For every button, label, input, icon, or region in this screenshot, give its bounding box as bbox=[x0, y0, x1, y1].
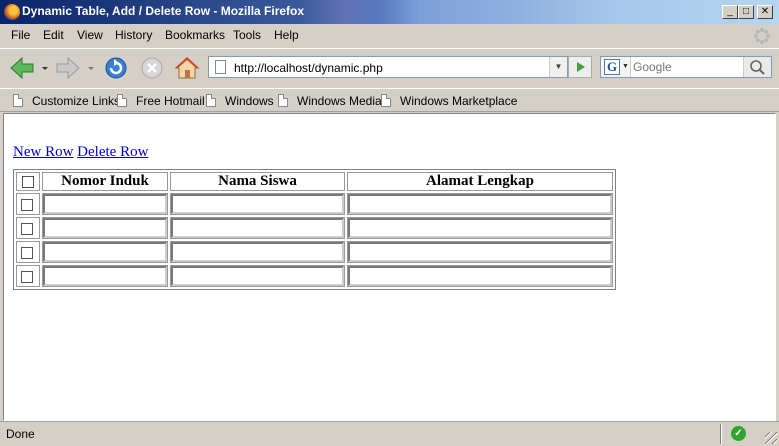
bookmark-page-icon bbox=[117, 94, 127, 107]
minimize-button[interactable]: _ bbox=[722, 5, 738, 19]
bookmark-page-icon bbox=[206, 94, 216, 107]
maximize-button[interactable]: □ bbox=[738, 5, 754, 19]
engine-dropdown-icon: ▼ bbox=[622, 63, 629, 70]
menu-tools[interactable]: Tools bbox=[233, 28, 261, 42]
header-nama-siswa: Nama Siswa bbox=[170, 172, 345, 191]
firefox-logo-icon bbox=[4, 4, 20, 20]
search-engine-selector[interactable]: G ▼ bbox=[601, 57, 631, 77]
row-checkbox-cell bbox=[16, 241, 40, 263]
nama-siswa-input[interactable] bbox=[171, 242, 344, 262]
menu-edit[interactable]: Edit bbox=[43, 28, 64, 42]
alamat-lengkap-input[interactable] bbox=[348, 218, 612, 238]
window-title: Dynamic Table, Add / Delete Row - Mozill… bbox=[22, 4, 305, 18]
header-nomor-induk: Nomor Induk bbox=[42, 172, 168, 191]
forward-dropdown-icon[interactable] bbox=[86, 55, 96, 81]
title-bar: Dynamic Table, Add / Delete Row - Mozill… bbox=[0, 0, 779, 24]
row-checkbox[interactable] bbox=[21, 246, 33, 259]
select-all-checkbox[interactable] bbox=[22, 175, 34, 188]
menu-history[interactable]: History bbox=[115, 28, 152, 42]
alamat-lengkap-cell bbox=[347, 193, 613, 215]
url-text[interactable]: http://localhost/dynamic.php bbox=[234, 61, 383, 75]
alamat-lengkap-input[interactable] bbox=[348, 266, 612, 286]
nama-siswa-cell bbox=[170, 265, 345, 287]
bookmark-page-icon bbox=[381, 94, 391, 107]
status-separator bbox=[720, 424, 722, 444]
table-row bbox=[16, 217, 613, 239]
search-button[interactable] bbox=[743, 57, 771, 77]
row-checkbox-cell bbox=[16, 193, 40, 215]
table-row bbox=[16, 265, 613, 287]
alamat-lengkap-cell bbox=[347, 265, 613, 287]
go-button[interactable] bbox=[568, 56, 592, 78]
status-ok-icon: ✓ bbox=[731, 426, 746, 441]
search-bar[interactable]: G ▼ bbox=[600, 56, 772, 78]
bookmark-label: Windows bbox=[225, 94, 274, 108]
url-bar[interactable]: http://localhost/dynamic.php ▼ bbox=[208, 56, 568, 78]
nomor-induk-cell bbox=[42, 265, 168, 287]
row-checkbox-cell bbox=[16, 217, 40, 239]
table-row bbox=[16, 193, 613, 215]
nomor-induk-input[interactable] bbox=[43, 194, 167, 214]
bookmark-label: Windows Media bbox=[297, 94, 382, 108]
throbber-icon bbox=[754, 28, 770, 44]
resize-grip-icon[interactable] bbox=[765, 432, 777, 444]
nomor-induk-input[interactable] bbox=[43, 266, 167, 286]
status-bar: Done ✓ bbox=[0, 421, 779, 446]
nama-siswa-input[interactable] bbox=[171, 266, 344, 286]
bookmark-label: Customize Links bbox=[32, 94, 121, 108]
row-checkbox[interactable] bbox=[21, 222, 33, 235]
url-dropdown-icon[interactable]: ▼ bbox=[549, 57, 567, 77]
table-row bbox=[16, 241, 613, 263]
browser-window: Dynamic Table, Add / Delete Row - Mozill… bbox=[0, 0, 779, 446]
bookmark-label: Free Hotmail bbox=[136, 94, 205, 108]
home-icon[interactable] bbox=[173, 55, 201, 81]
bookmark-label: Windows Marketplace bbox=[400, 94, 518, 108]
nama-siswa-input[interactable] bbox=[171, 218, 344, 238]
reload-icon[interactable] bbox=[102, 55, 130, 81]
back-dropdown-icon[interactable] bbox=[40, 55, 50, 81]
search-magnifier-icon bbox=[750, 60, 765, 75]
nomor-induk-input[interactable] bbox=[43, 218, 167, 238]
select-all-cell bbox=[16, 172, 40, 191]
nama-siswa-input[interactable] bbox=[171, 194, 344, 214]
delete-row-link[interactable]: Delete Row bbox=[77, 144, 148, 160]
nomor-induk-cell bbox=[42, 241, 168, 263]
menu-help[interactable]: Help bbox=[274, 28, 299, 42]
bookmark-page-icon bbox=[278, 94, 288, 107]
nomor-induk-cell bbox=[42, 217, 168, 239]
page-content: New Row Delete Row Nomor Induk Nama Sisw… bbox=[3, 113, 776, 421]
google-icon: G bbox=[604, 59, 620, 75]
nomor-induk-input[interactable] bbox=[43, 242, 167, 262]
menu-view[interactable]: View bbox=[77, 28, 103, 42]
dynamic-table: Nomor Induk Nama Siswa Alamat Lengkap bbox=[13, 169, 616, 290]
nomor-induk-cell bbox=[42, 193, 168, 215]
status-text: Done bbox=[6, 427, 35, 441]
bookmark-page-icon bbox=[13, 94, 23, 107]
alamat-lengkap-input[interactable] bbox=[348, 194, 612, 214]
row-action-links: New Row Delete Row bbox=[13, 144, 148, 161]
go-icon bbox=[577, 62, 585, 72]
forward-icon[interactable] bbox=[54, 55, 82, 81]
stop-icon[interactable] bbox=[138, 55, 166, 81]
page-icon bbox=[215, 60, 226, 74]
new-row-link[interactable]: New Row bbox=[13, 144, 73, 160]
menu-file[interactable]: File bbox=[11, 28, 30, 42]
nama-siswa-cell bbox=[170, 241, 345, 263]
menu-bookmarks[interactable]: Bookmarks bbox=[165, 28, 225, 42]
alamat-lengkap-cell bbox=[347, 241, 613, 263]
row-checkbox-cell bbox=[16, 265, 40, 287]
row-checkbox[interactable] bbox=[21, 270, 33, 283]
menu-bar: File Edit View History Bookmarks Tools H… bbox=[0, 24, 779, 46]
header-alamat-lengkap: Alamat Lengkap bbox=[347, 172, 613, 191]
search-input[interactable] bbox=[633, 59, 741, 75]
back-icon[interactable] bbox=[8, 55, 36, 81]
nama-siswa-cell bbox=[170, 217, 345, 239]
alamat-lengkap-cell bbox=[347, 217, 613, 239]
close-button[interactable]: ✕ bbox=[757, 5, 773, 19]
nama-siswa-cell bbox=[170, 193, 345, 215]
alamat-lengkap-input[interactable] bbox=[348, 242, 612, 262]
row-checkbox[interactable] bbox=[21, 198, 33, 211]
table-header-row: Nomor Induk Nama Siswa Alamat Lengkap bbox=[16, 172, 613, 191]
